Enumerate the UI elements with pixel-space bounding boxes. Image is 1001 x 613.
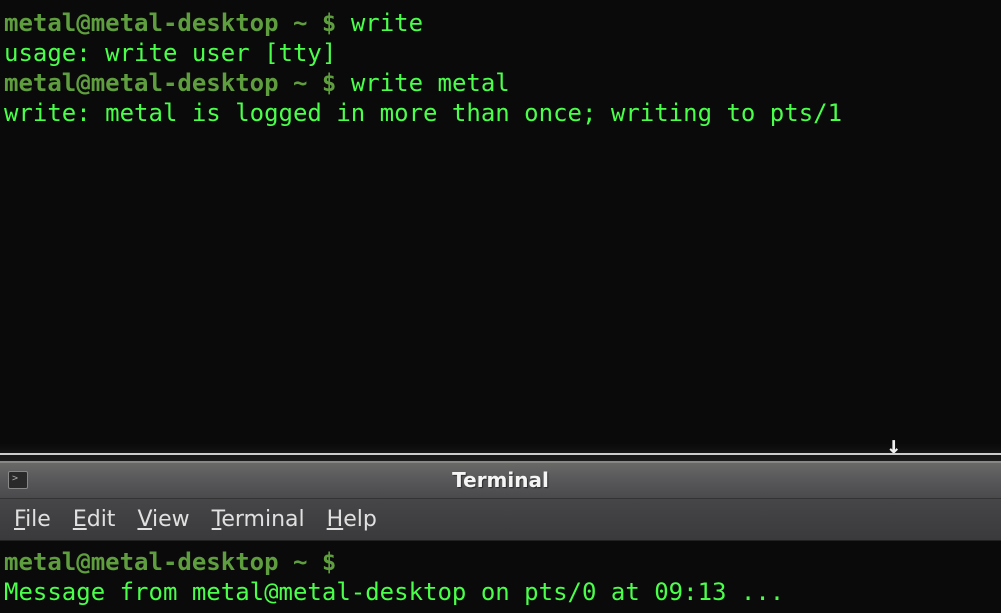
menu-terminal[interactable]: Terminal [212, 507, 305, 532]
terminal-line: metal@metal-desktop ~ $ write [4, 8, 997, 38]
output-text: usage: write user [tty] [4, 39, 336, 67]
terminal-app-icon [8, 471, 28, 489]
command-text: write [351, 9, 423, 37]
prompt-user: metal@metal-desktop [4, 9, 279, 37]
terminal-line: metal@metal-desktop ~ $ write metal [4, 68, 997, 98]
divider-line [0, 453, 1001, 455]
menubar: File Edit View Terminal Help [0, 499, 1001, 541]
terminal-line: write: metal is logged in more than once… [4, 98, 997, 128]
terminal-pane-bottom[interactable]: metal@metal-desktop ~ $ Message from met… [0, 541, 1001, 613]
window-divider: ↓ [0, 443, 1001, 461]
prompt-path: ~ [293, 9, 307, 37]
prompt-symbol: $ [322, 9, 336, 37]
window-titlebar[interactable]: Terminal [0, 461, 1001, 499]
output-text: write: metal is logged in more than once… [4, 99, 842, 127]
output-text: Message from metal@metal-desktop on pts/… [4, 578, 784, 606]
terminal-line: Message from metal@metal-desktop on pts/… [4, 577, 997, 607]
menu-view[interactable]: View [137, 507, 189, 532]
window-title: Terminal [36, 468, 965, 492]
menu-edit-rest: dit [87, 507, 116, 532]
terminal-pane-top[interactable]: metal@metal-desktop ~ $ write usage: wri… [0, 0, 1001, 443]
command-text: write metal [351, 69, 510, 97]
menu-view-rest: iew [152, 507, 190, 532]
prompt-symbol: $ [322, 548, 336, 576]
prompt-user: metal@metal-desktop [4, 69, 279, 97]
menu-edit[interactable]: Edit [73, 507, 116, 532]
terminal-line: metal@metal-desktop ~ $ [4, 547, 997, 577]
prompt-path: ~ [293, 548, 307, 576]
terminal-line: usage: write user [tty] [4, 38, 997, 68]
menu-terminal-rest: erminal [221, 507, 304, 532]
menu-help-rest: elp [343, 507, 377, 532]
prompt-path: ~ [293, 69, 307, 97]
prompt-symbol: $ [322, 69, 336, 97]
menu-help[interactable]: Help [327, 507, 377, 532]
prompt-user: metal@metal-desktop [4, 548, 279, 576]
menu-file-rest: ile [25, 507, 51, 532]
menu-file[interactable]: File [14, 507, 51, 532]
